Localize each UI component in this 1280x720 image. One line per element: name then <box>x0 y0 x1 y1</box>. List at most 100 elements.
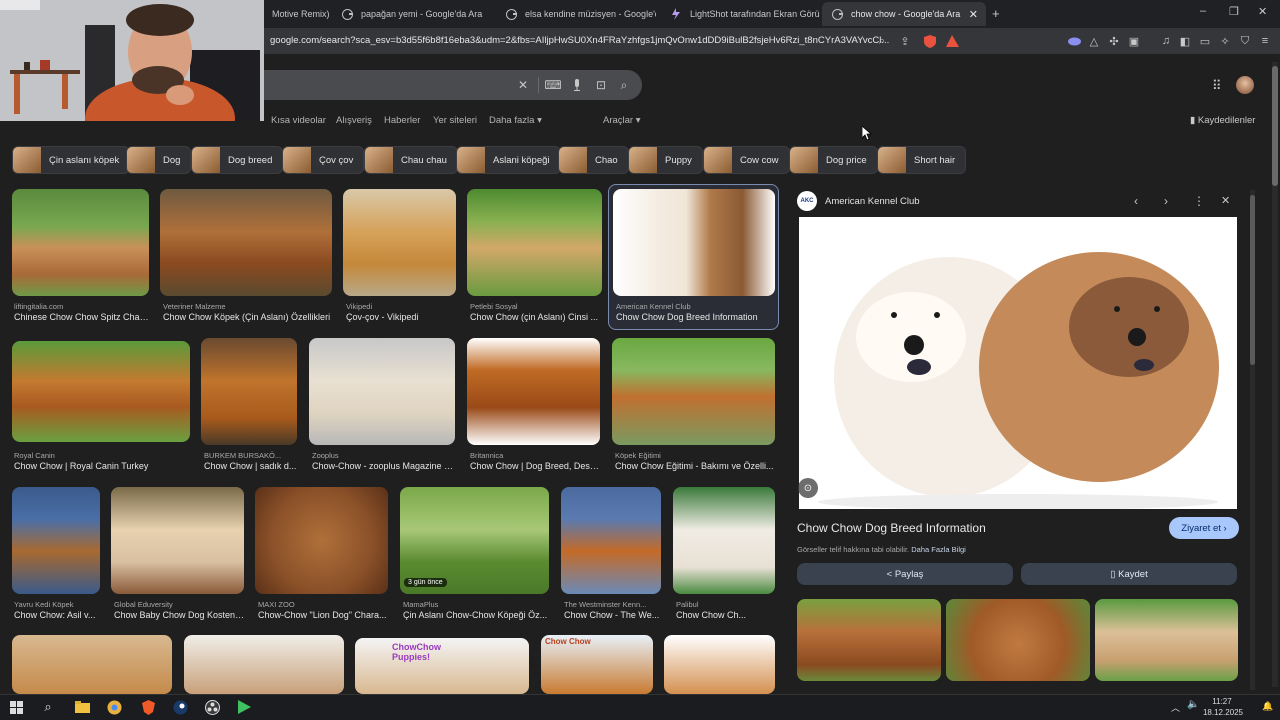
result-title[interactable]: Chow Chow | Dog Breed, Desc... <box>470 461 601 471</box>
share-button[interactable]: < Paylaş <box>797 563 1013 585</box>
chip-cow-cow[interactable]: Cow cow <box>703 146 790 174</box>
restore-icon[interactable]: ❐ <box>1229 5 1239 18</box>
result-image[interactable] <box>184 635 344 694</box>
file-explorer-icon[interactable] <box>72 697 92 717</box>
steam-icon[interactable] <box>170 697 190 717</box>
tab-places[interactable]: Yer siteleri <box>433 115 477 126</box>
obs-icon[interactable] <box>202 697 222 717</box>
leo-ai-icon[interactable]: ✧ <box>1217 33 1233 49</box>
result-title[interactable]: Çin Aslanı Chow-Chow Köpeği Öz... <box>403 610 550 620</box>
avatar[interactable] <box>1236 76 1254 94</box>
result-image[interactable] <box>12 487 100 594</box>
page-scrollbar-thumb[interactable] <box>1272 66 1278 186</box>
result-image[interactable] <box>111 487 244 594</box>
result-image[interactable] <box>160 189 332 296</box>
result-image[interactable] <box>467 189 602 296</box>
result-title[interactable]: Chow Chow Dog Breed Information <box>616 312 776 322</box>
music-icon[interactable]: ♫ <box>1158 33 1174 49</box>
result-title[interactable]: Chow Chow Ch... <box>676 610 776 620</box>
zoom-icon[interactable]: ⌕ <box>874 33 890 49</box>
screenshot-icon[interactable]: ▣ <box>1126 33 1142 49</box>
new-tab-icon[interactable]: + <box>992 6 1000 21</box>
tab-shopping[interactable]: Alışveriş <box>336 115 372 126</box>
result-image[interactable] <box>612 338 775 445</box>
system-tray-chevron-icon[interactable]: ︿ <box>1171 701 1180 714</box>
panel-scrollbar-thumb[interactable] <box>1250 195 1255 365</box>
save-button[interactable]: ▯ Kaydet <box>1021 563 1237 585</box>
panel-title[interactable]: Chow Chow Dog Breed Information <box>797 521 986 535</box>
triangle-extension-icon[interactable]: △ <box>1086 33 1102 49</box>
result-image[interactable] <box>201 338 297 445</box>
result-title[interactable]: Chow-Chow - zooplus Magazine UK <box>312 461 455 471</box>
tab-motive-remix[interactable]: Motive Remix) | <box>262 2 332 26</box>
tab-more[interactable]: Daha fazla ▾ <box>489 115 542 126</box>
clock-date[interactable]: 18.12.2025 <box>1200 708 1246 717</box>
result-image[interactable] <box>664 635 775 694</box>
related-image[interactable] <box>797 599 941 681</box>
more-info-link[interactable]: Daha Fazla Bilgi <box>911 545 966 554</box>
keyboard-icon[interactable]: ⌨ <box>544 77 561 93</box>
shield-icon[interactable] <box>922 33 938 49</box>
apps-grid-icon[interactable]: ⠿ <box>1212 78 1222 94</box>
result-title[interactable]: Chow Chow Eğitimi - Bakımı ve Özelli... <box>615 461 775 471</box>
result-title[interactable]: Chow Chow | sadık d... <box>204 461 298 471</box>
search-icon[interactable]: ⌕ <box>38 697 58 717</box>
tab-elsa[interactable]: elsa kendine müzisyen - Google'da A <box>496 2 656 26</box>
close-tab-icon[interactable]: ✕ <box>969 8 978 21</box>
result-image[interactable] <box>12 635 172 694</box>
result-image[interactable] <box>673 487 775 594</box>
close-panel-icon[interactable]: ✕ <box>1221 194 1230 207</box>
result-image[interactable] <box>255 487 388 594</box>
result-image[interactable] <box>12 341 190 442</box>
preview-image[interactable] <box>799 217 1237 510</box>
next-icon[interactable]: › <box>1164 194 1168 208</box>
wallet-icon[interactable]: ▭ <box>1197 33 1213 49</box>
result-image[interactable] <box>561 487 661 594</box>
chip-chau-chau[interactable]: Chau chau <box>364 146 458 174</box>
tab-papagan[interactable]: papağan yemi - Google'da Ara <box>332 2 492 26</box>
chip-dog[interactable]: Dog <box>126 146 192 174</box>
result-image[interactable] <box>467 338 600 445</box>
vpn-icon[interactable]: ⛉ <box>1237 33 1253 49</box>
chip-dog-breed[interactable]: Dog breed <box>191 146 284 174</box>
chip-short-hair[interactable]: Short hair <box>877 146 967 174</box>
result-title[interactable]: Chow Chow: Asil v... <box>14 610 100 620</box>
lens-search-icon[interactable]: ⊙ <box>798 478 818 498</box>
tools-button[interactable]: Araçlar ▾ <box>603 115 641 126</box>
menu-icon[interactable]: ≡ <box>1257 33 1273 49</box>
saved-button[interactable]: ▮ Kaydedilenler <box>1190 115 1255 126</box>
search-input[interactable] <box>262 70 642 100</box>
related-image[interactable] <box>1095 599 1238 681</box>
tab-short-videos[interactable]: Kısa videolar <box>271 115 326 126</box>
notifications-icon[interactable]: 🔔 <box>1262 701 1273 712</box>
media-player-icon[interactable] <box>234 697 254 717</box>
lens-icon[interactable]: ⊡ <box>593 77 609 93</box>
speaker-icon[interactable]: 🔈 <box>1187 699 1199 710</box>
chip-dog-price[interactable]: Dog price <box>789 146 878 174</box>
result-title[interactable]: Chow Chow (çin Aslanı) Cinsi ... <box>470 312 603 322</box>
chip-puppy[interactable]: Puppy <box>628 146 703 174</box>
result-title[interactable]: Chow Chow | Royal Canin Turkey <box>14 461 189 471</box>
result-image[interactable] <box>613 189 775 296</box>
previous-icon[interactable]: ‹ <box>1134 194 1138 208</box>
extension-icon[interactable] <box>1066 33 1082 49</box>
tab-lightshot[interactable]: LightShot tarafından Ekran Görüntü <box>660 2 820 26</box>
result-title[interactable]: Chow Chow Köpek (Çin Aslanı) Özellikleri <box>163 312 333 322</box>
result-image[interactable] <box>343 189 456 296</box>
microphone-icon[interactable] <box>569 77 585 93</box>
sidebar-icon[interactable]: ◧ <box>1177 33 1193 49</box>
chip-aslani-kopegi[interactable]: Aslani köpeği <box>456 146 561 174</box>
windows-start-icon[interactable] <box>6 697 26 717</box>
result-title[interactable]: Çov-çov - Vikipedi <box>346 312 456 322</box>
panel-site-name[interactable]: American Kennel Club <box>825 196 920 207</box>
visit-button[interactable]: Ziyaret et › <box>1169 517 1239 539</box>
puzzle-icon[interactable]: ✣ <box>1106 33 1122 49</box>
share-page-icon[interactable]: ⇪ <box>897 33 913 49</box>
result-title[interactable]: Chow Baby Chow Dog Kosten ... <box>114 610 245 620</box>
result-title[interactable]: Chow Chow - The We... <box>564 610 662 620</box>
result-title[interactable]: Chow-Chow "Lion Dog" Chara... <box>258 610 389 620</box>
clock-time[interactable]: 11:27 <box>1204 697 1240 706</box>
close-window-icon[interactable]: ✕ <box>1258 5 1267 18</box>
clear-icon[interactable]: ✕ <box>515 77 531 93</box>
result-image[interactable] <box>309 338 455 445</box>
